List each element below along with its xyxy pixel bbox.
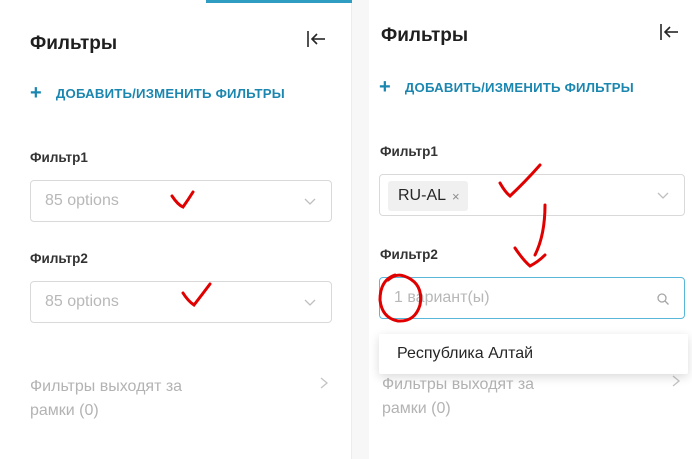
filter1-select[interactable]: 85 options [30, 180, 332, 222]
filter2-search-input[interactable]: 1 вариант(ы) [379, 277, 685, 319]
out-of-scope-line1: Фильтры выходят за [382, 376, 535, 393]
out-of-scope-filters[interactable]: Фильтры выходят за рамки (0) [382, 373, 682, 421]
out-of-scope-line2: рамки (0) [30, 402, 99, 419]
chevron-right-icon [670, 373, 682, 421]
filters-panel-right: Фильтры + ДОБАВИТЬ/ИЗМЕНИТЬ ФИЛЬТРЫ Филь… [369, 0, 692, 459]
out-of-scope-label: Фильтры выходят за рамки (0) [382, 373, 534, 421]
search-icon [656, 292, 670, 306]
filter2-label: Фильтр2 [380, 247, 438, 262]
chevron-down-icon [656, 188, 670, 202]
selected-value-tag: RU-AL × [388, 181, 468, 211]
panel-title: Фильтры [381, 25, 469, 46]
out-of-scope-filters[interactable]: Фильтры выходят за рамки (0) [30, 375, 330, 423]
filters-panel-left: Фильтры + ДОБАВИТЬ/ИЗМЕНИТЬ ФИЛЬТРЫ Филь… [0, 0, 352, 459]
out-of-scope-line2: рамки (0) [382, 400, 451, 417]
filter2-placeholder: 1 вариант(ы) [394, 289, 490, 306]
filter2-dropdown: Республика Алтай [379, 334, 688, 374]
filter1-label: Фильтр1 [380, 144, 438, 159]
filter1-placeholder: 85 options [45, 192, 119, 209]
filter2-placeholder: 85 options [45, 293, 119, 310]
out-of-scope-line1: Фильтры выходят за [30, 378, 183, 395]
collapse-panel-icon[interactable] [305, 28, 327, 50]
chevron-down-icon [303, 295, 317, 309]
add-edit-filters-button[interactable]: + ДОБАВИТЬ/ИЗМЕНИТЬ ФИЛЬТРЫ [379, 77, 634, 97]
plus-icon: + [379, 76, 391, 98]
tag-remove-icon[interactable]: × [452, 189, 460, 204]
top-accent-bar [206, 0, 352, 3]
out-of-scope-label: Фильтры выходят за рамки (0) [30, 375, 182, 423]
filter2-select[interactable]: 85 options [30, 281, 332, 323]
tag-label: RU-AL [398, 187, 447, 204]
filter1-select[interactable]: RU-AL × [379, 174, 685, 216]
collapse-panel-icon[interactable] [658, 21, 680, 43]
plus-icon: + [30, 82, 42, 104]
chevron-down-icon [303, 194, 317, 208]
panel-title: Фильтры [30, 33, 118, 54]
add-edit-filters-button[interactable]: + ДОБАВИТЬ/ИЗМЕНИТЬ ФИЛЬТРЫ [30, 83, 285, 103]
filter2-label: Фильтр2 [30, 251, 88, 266]
dropdown-option[interactable]: Республика Алтай [379, 334, 688, 374]
add-edit-filters-label: ДОБАВИТЬ/ИЗМЕНИТЬ ФИЛЬТРЫ [55, 85, 285, 101]
chevron-right-icon [318, 375, 330, 423]
filter1-label: Фильтр1 [30, 150, 88, 165]
add-edit-filters-label: ДОБАВИТЬ/ИЗМЕНИТЬ ФИЛЬТРЫ [404, 79, 634, 95]
